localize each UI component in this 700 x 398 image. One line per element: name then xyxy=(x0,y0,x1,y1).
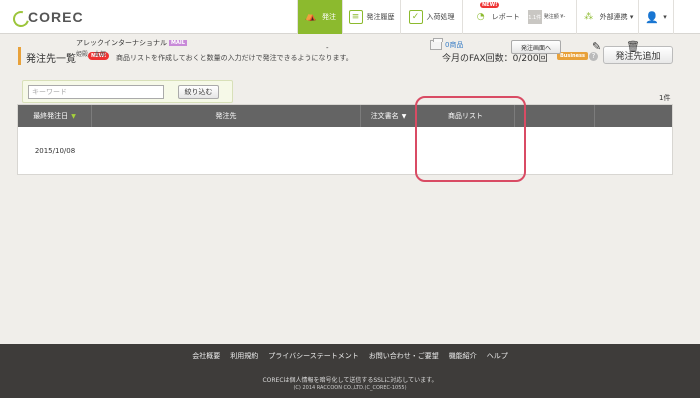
nav-order-history[interactable]: ≡ 発注履歴 xyxy=(342,0,400,34)
filter-button[interactable]: 絞り込む xyxy=(178,85,219,99)
nav-report[interactable]: NEW! ◔ レポート 1.1件 発注額 ¥- xyxy=(462,0,576,34)
col-last-order-date[interactable]: 最終発注日 ▼ xyxy=(18,105,92,127)
title-accent-bar xyxy=(18,47,21,65)
network-icon: ⁂ xyxy=(584,12,594,22)
history-list-icon: ≡ xyxy=(348,10,363,24)
col-edit-delete xyxy=(595,105,672,127)
pie-chart-icon: ◔ xyxy=(476,12,485,22)
row-destination-name[interactable]: アレックインターナショナル MAIL xyxy=(76,38,187,48)
col-document-name[interactable]: 注文書名 ▼ xyxy=(361,105,417,127)
corec-logo[interactable]: COREC xyxy=(12,9,84,25)
nav-order[interactable]: ⛺ 発注 xyxy=(297,0,342,34)
sort-arrow-icon: ▼ xyxy=(401,112,407,120)
table-header: 最終発注日 ▼ 発注先 注文書名 ▼ 商品リスト xyxy=(18,105,672,127)
footer-link-terms[interactable]: 利用規約 xyxy=(230,351,258,361)
order-icon: ⛺ xyxy=(305,12,317,22)
nav-external-integration[interactable]: ⁂ 外部連携 ▾ xyxy=(576,0,638,34)
nav-order-label: 発注 xyxy=(322,13,336,21)
user-icon: 👤 xyxy=(645,10,660,24)
footer-link-help[interactable]: ヘルプ xyxy=(487,351,508,361)
footer-link-privacy[interactable]: プライバシーステートメント xyxy=(268,351,359,361)
nav-history-label: 発注履歴 xyxy=(366,13,395,21)
highlight-annotation xyxy=(415,96,526,182)
footer-ssl-notice: CORECは個人情報を暗号化して送信するSSLに対応しています。 xyxy=(262,377,438,384)
trash-icon[interactable]: 🗑 xyxy=(626,40,640,53)
destination-table: 最終発注日 ▼ 発注先 注文書名 ▼ 商品リスト 2015/10/08 xyxy=(17,104,673,175)
nav-report-label: レポート xyxy=(491,13,520,21)
footer-link-contact[interactable]: お問い合わせ・ご要望 xyxy=(369,351,439,361)
box-icon xyxy=(430,38,443,50)
product-count-link[interactable]: 0商品 xyxy=(445,40,463,50)
col-document-name-label: 注文書名 xyxy=(370,112,399,120)
result-count: 1件 xyxy=(659,94,671,102)
destination-name-text: アレックインターナショナル xyxy=(76,39,167,47)
user-menu-caret: ▾ xyxy=(663,13,667,21)
top-bar: COREC ⛺ 発注 ≡ 発注履歴 ✓ 入荷処理 NEW! ◔ レポート 1.1… xyxy=(0,0,700,34)
logo-mark-icon xyxy=(12,10,26,24)
pencil-edit-icon[interactable]: ✎ xyxy=(592,40,601,53)
logo-text: COREC xyxy=(28,9,84,25)
page-title: 発注先一覧 xyxy=(26,54,76,65)
footer-link-features[interactable]: 機能紹介 xyxy=(449,351,477,361)
sort-arrow-icon: ▼ xyxy=(71,112,76,120)
col-last-order-date-label: 最終発注日 xyxy=(33,112,69,120)
row-document-name: - xyxy=(326,44,329,52)
checkbox-icon: ✓ xyxy=(408,10,423,24)
product-list-link[interactable]: 0商品 xyxy=(430,38,463,50)
help-icon[interactable]: ? xyxy=(589,52,598,61)
report-amount: 発注額 ¥- xyxy=(543,14,566,20)
nav-receive[interactable]: ✓ 入荷処理 xyxy=(400,0,462,34)
business-badge: Business xyxy=(557,52,588,60)
footer-links: 会社概要 利用規約 プライバシーステートメント お問い合わせ・ご要望 機能紹介 … xyxy=(0,351,700,361)
mail-badge: MAIL xyxy=(169,40,187,46)
col-actions xyxy=(515,105,595,127)
go-to-order-button[interactable]: 発注画面へ xyxy=(511,40,561,54)
report-new-badge: NEW! xyxy=(480,2,500,8)
nav-user-menu[interactable]: 👤 ▾ xyxy=(638,0,674,34)
row-contact-name: 姫殿 太郎 xyxy=(76,51,107,58)
col-destination-label: 発注先 xyxy=(215,112,237,120)
row-last-order-date: 2015/10/08 xyxy=(34,147,76,155)
report-count: 1.1件 xyxy=(527,10,542,24)
footer-link-company[interactable]: 会社概要 xyxy=(192,351,220,361)
footer-copyright: (C) 2014 RACCOON CO.,LTD.(C_COREC-1055) xyxy=(293,385,407,391)
report-summary: 1.1件 発注額 ¥- xyxy=(527,10,566,24)
col-destination: 発注先 xyxy=(92,105,361,127)
nav-external-label: 外部連携 ▾ xyxy=(599,13,634,21)
page-description: 商品リストを作成しておくと数量の入力だけで発注できるようになります。 xyxy=(116,54,353,62)
keyword-input[interactable] xyxy=(28,85,164,99)
nav-receive-label: 入荷処理 xyxy=(426,13,455,21)
